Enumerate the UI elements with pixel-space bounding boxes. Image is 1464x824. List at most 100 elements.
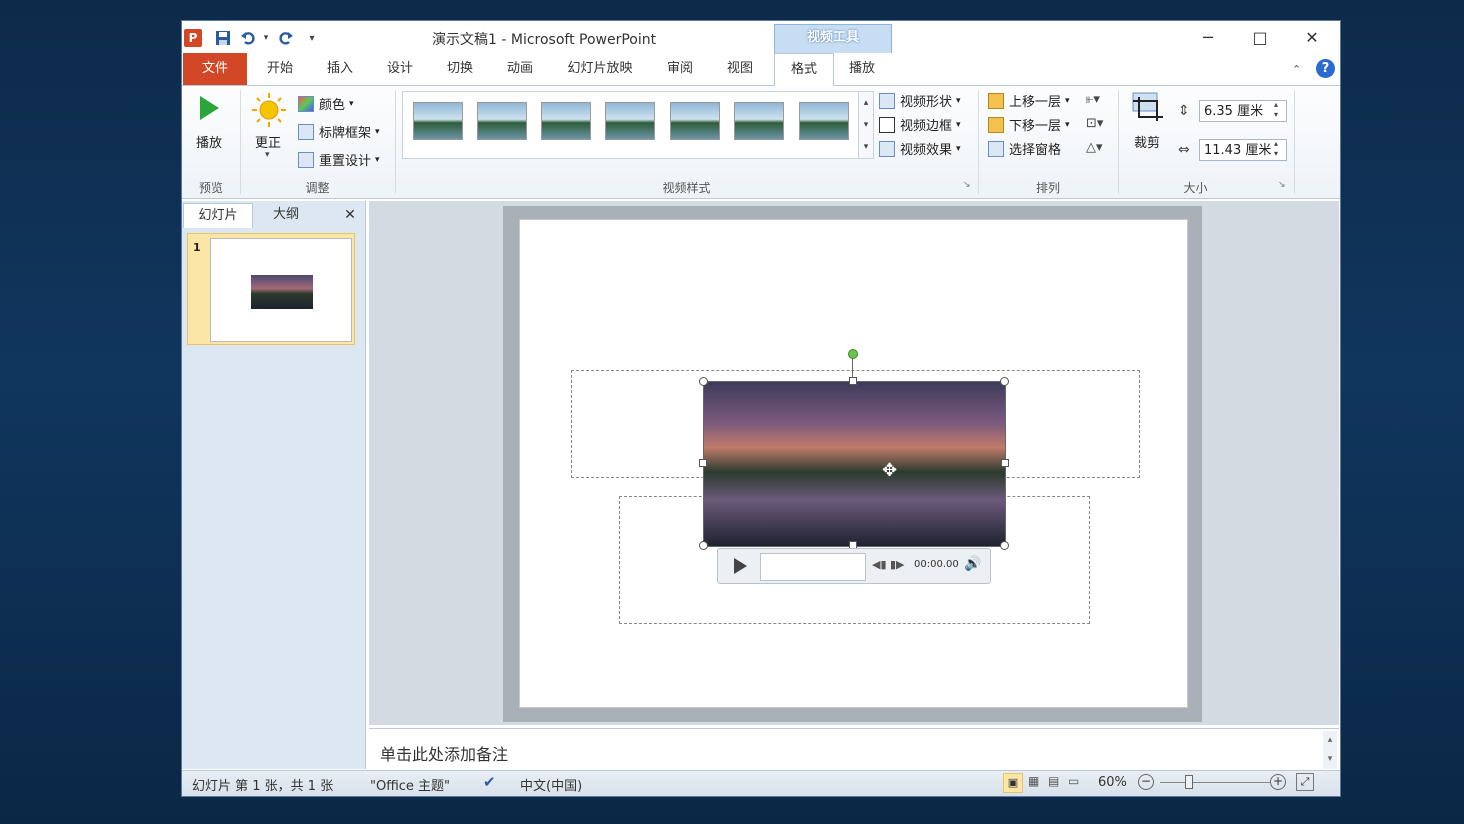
help-icon[interactable]: ? xyxy=(1316,59,1335,78)
slide-sorter-icon[interactable]: ▦ xyxy=(1028,774,1039,788)
tab-home[interactable]: 开始 xyxy=(254,53,306,85)
customize-toolbar-icon[interactable]: ▾ xyxy=(303,29,321,47)
resize-handle[interactable] xyxy=(849,377,857,385)
rotate-icon[interactable]: △▾ xyxy=(1086,140,1103,155)
resize-handle[interactable] xyxy=(1001,459,1009,467)
close-button[interactable]: ✕ xyxy=(1286,21,1338,53)
dialog-launcher-icon[interactable]: ↘ xyxy=(1278,180,1286,190)
height-spinner-icon[interactable]: ▴ ▾ xyxy=(1274,100,1278,120)
color-icon xyxy=(298,95,314,112)
zoom-out-icon[interactable]: − xyxy=(1138,774,1154,790)
crop-button[interactable]: 裁剪 xyxy=(1134,132,1160,151)
move-cursor-icon: ✥ xyxy=(882,460,898,481)
crop-icon[interactable] xyxy=(1131,91,1165,125)
gallery-down-icon[interactable]: ▾ xyxy=(859,114,873,136)
selection-pane-label: 选择窗格 xyxy=(1009,143,1062,158)
resize-handle[interactable] xyxy=(699,541,708,550)
powerpoint-app-icon[interactable]: P xyxy=(184,29,202,47)
tab-transitions[interactable]: 切换 xyxy=(434,53,486,85)
zoom-level[interactable]: 60% xyxy=(1098,775,1127,790)
collapse-ribbon-icon[interactable]: ⌃ xyxy=(1292,63,1301,76)
correct-button[interactable]: 更正 xyxy=(255,132,281,151)
chevron-down-icon: ▾ xyxy=(956,143,961,154)
tab-design[interactable]: 设计 xyxy=(374,53,426,85)
zoom-in-icon[interactable]: + xyxy=(1270,774,1286,790)
tab-view[interactable]: 视图 xyxy=(714,53,766,85)
video-style-thumb[interactable] xyxy=(413,102,463,140)
width-spinner-icon[interactable]: ▴ ▾ xyxy=(1274,139,1278,159)
play-icon[interactable] xyxy=(197,94,221,126)
tab-outline[interactable]: 大纲 xyxy=(252,203,320,227)
send-backward-button[interactable]: 下移一层 ▾ xyxy=(988,115,1070,134)
video-frame[interactable]: ✥ xyxy=(703,381,1006,547)
chevron-down-icon[interactable]: ▾ xyxy=(265,150,270,160)
gallery-scroll[interactable]: ▴ ▾ ▾ xyxy=(858,91,874,159)
tab-animations[interactable]: 动画 xyxy=(494,53,546,85)
dialog-launcher-icon[interactable]: ↘ xyxy=(963,180,971,190)
step-forward-icon[interactable]: ▮▶ xyxy=(890,558,905,571)
notes-scrollbar[interactable]: ▴ ▾ xyxy=(1323,731,1337,769)
resize-handle[interactable] xyxy=(699,377,708,386)
tab-slideshow[interactable]: 幻灯片放映 xyxy=(558,53,642,85)
bring-forward-icon xyxy=(988,92,1004,109)
reset-design-button[interactable]: 重置设计 ▾ xyxy=(298,150,380,169)
tab-insert[interactable]: 插入 xyxy=(314,53,366,85)
bring-forward-button[interactable]: 上移一层 ▾ xyxy=(988,91,1070,110)
notes-pane[interactable]: 单击此处添加备注 ▴ ▾ xyxy=(369,728,1339,771)
video-tools-context-header: 视频工具 xyxy=(774,24,892,53)
group-label-video-styles: 视频样式 xyxy=(662,181,711,195)
tab-playback[interactable]: 播放 xyxy=(836,53,888,85)
color-button[interactable]: 颜色 ▾ xyxy=(298,94,354,113)
video-style-thumb[interactable] xyxy=(605,102,655,140)
reading-view-icon[interactable]: ▤ xyxy=(1048,774,1059,788)
video-style-thumb[interactable] xyxy=(799,102,849,140)
close-pane-icon[interactable]: ✕ xyxy=(338,203,362,227)
resize-handle[interactable] xyxy=(1000,377,1009,386)
zoom-slider-track[interactable] xyxy=(1160,782,1270,783)
video-border-button[interactable]: 视频边框 ▾ xyxy=(879,115,961,134)
seek-bar[interactable] xyxy=(760,553,866,581)
video-style-thumb[interactable] xyxy=(541,102,591,140)
rotation-handle[interactable] xyxy=(848,349,858,359)
redo-icon[interactable] xyxy=(277,29,295,47)
selection-pane-button[interactable]: 选择窗格 xyxy=(988,139,1061,158)
height-icon: ⇕ xyxy=(1178,103,1190,119)
language[interactable]: 中文(中国) xyxy=(520,775,582,794)
resize-handle[interactable] xyxy=(1000,541,1009,550)
play-button[interactable]: 播放 xyxy=(196,132,222,151)
sun-icon[interactable] xyxy=(251,92,287,132)
gallery-more-icon[interactable]: ▾ xyxy=(859,136,873,158)
align-icon[interactable]: ⫦▾ xyxy=(1086,92,1100,107)
poster-frame-button[interactable]: 标牌框架 ▾ xyxy=(298,122,380,141)
tab-slides[interactable]: 幻灯片 xyxy=(183,203,253,228)
theme-name[interactable]: "Office 主题" xyxy=(370,775,450,794)
video-style-thumb[interactable] xyxy=(734,102,784,140)
normal-view-icon[interactable]: ▣ xyxy=(1003,773,1023,793)
tab-file[interactable]: 文件 xyxy=(183,53,247,85)
spellcheck-icon[interactable]: ✔ xyxy=(483,773,496,791)
step-back-icon[interactable]: ◀▮ xyxy=(872,558,887,571)
slide-thumbnail[interactable]: 1 xyxy=(187,233,355,345)
group-icon[interactable]: ⊡▾ xyxy=(1086,116,1103,131)
minimize-button[interactable]: ─ xyxy=(1182,21,1234,53)
tab-review[interactable]: 审阅 xyxy=(654,53,706,85)
resize-handle[interactable] xyxy=(699,459,707,467)
play-icon[interactable] xyxy=(732,557,748,579)
volume-icon[interactable]: 🔊 xyxy=(964,556,981,572)
slideshow-view-icon[interactable]: ▭ xyxy=(1068,774,1079,788)
slide-canvas[interactable]: ✥ ◀▮ ▮▶ 00:00.00 🔊 xyxy=(519,219,1188,708)
reset-design-label: 重置设计 xyxy=(319,154,372,169)
undo-dropdown-icon[interactable]: ▾ xyxy=(257,29,275,47)
undo-icon[interactable] xyxy=(239,29,257,47)
video-effects-button[interactable]: 视频效果 ▾ xyxy=(879,139,961,158)
maximize-button[interactable]: □ xyxy=(1234,21,1286,53)
video-style-thumb[interactable] xyxy=(477,102,527,140)
zoom-slider-thumb[interactable] xyxy=(1185,775,1193,789)
video-shape-button[interactable]: 视频形状 ▾ xyxy=(879,91,961,110)
tab-format[interactable]: 格式 xyxy=(774,53,834,87)
gallery-up-icon[interactable]: ▴ xyxy=(859,92,873,114)
video-style-thumb[interactable] xyxy=(670,102,720,140)
fit-to-window-icon[interactable]: ⤢ xyxy=(1296,773,1314,791)
save-icon[interactable] xyxy=(214,29,232,47)
chevron-down-icon: ▾ xyxy=(1065,95,1070,106)
